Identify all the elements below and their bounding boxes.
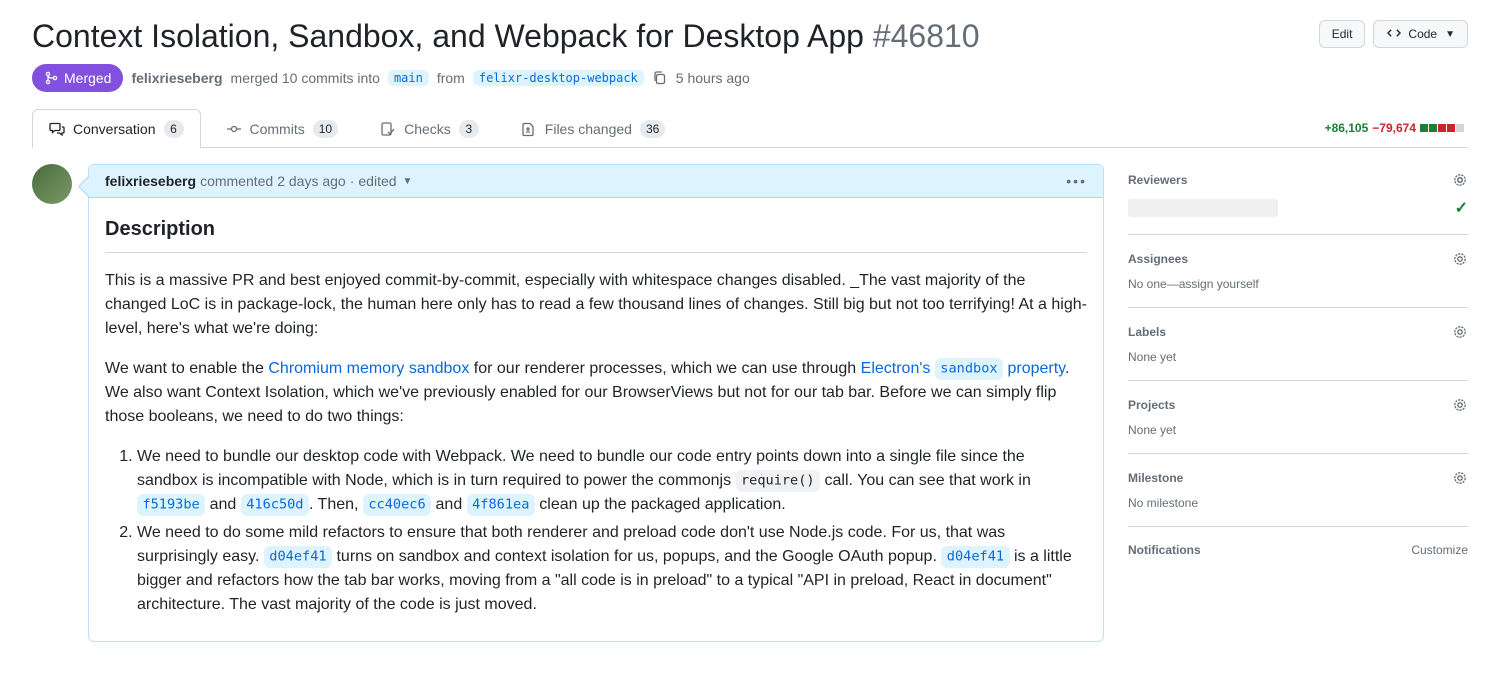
customize-link[interactable]: Customize bbox=[1411, 543, 1468, 557]
page-title: Context Isolation, Sandbox, and Webpack … bbox=[32, 16, 1303, 56]
commit-sha-link[interactable]: f5193be bbox=[137, 494, 205, 515]
caret-down-icon: ▼ bbox=[1445, 29, 1455, 40]
comment-box: felixrieseberg commented 2 days ago · ed… bbox=[88, 164, 1104, 642]
tab-commits[interactable]: Commits 10 bbox=[209, 109, 356, 148]
desc-p1: This is a massive PR and best enjoyed co… bbox=[105, 269, 1087, 341]
sidebar-reviewers: Reviewers ✓ bbox=[1128, 164, 1468, 235]
code-button[interactable]: Code ▼ bbox=[1373, 20, 1468, 48]
reviewer-placeholder bbox=[1128, 199, 1278, 217]
comment-discussion-icon bbox=[49, 121, 65, 137]
header-actions: Edit Code ▼ bbox=[1319, 16, 1468, 48]
sidebar-labels: Labels None yet bbox=[1128, 308, 1468, 381]
sidebar: Reviewers ✓ Assignees No one—assign your… bbox=[1128, 164, 1468, 573]
pr-author[interactable]: felixrieseberg bbox=[131, 70, 222, 86]
comment-actions-button[interactable]: ••• bbox=[1066, 173, 1087, 189]
sidebar-projects: Projects None yet bbox=[1128, 381, 1468, 454]
link-electron-sandbox[interactable]: Electron's sandbox property bbox=[861, 360, 1065, 377]
description-heading: Description bbox=[105, 214, 1087, 253]
commit-sha-link[interactable]: d04ef41 bbox=[264, 546, 332, 567]
checklist-icon bbox=[380, 121, 396, 137]
diff-blocks bbox=[1420, 124, 1464, 132]
tab-conversation[interactable]: Conversation 6 bbox=[32, 109, 201, 148]
file-diff-icon bbox=[521, 121, 537, 137]
desc-p2: We want to enable the Chromium memory sa… bbox=[105, 357, 1087, 429]
gear-icon[interactable] bbox=[1452, 172, 1468, 188]
commit-sha-link[interactable]: d04ef41 bbox=[941, 546, 1009, 567]
base-branch[interactable]: main bbox=[388, 70, 429, 86]
commit-sha-link[interactable]: 4f861ea bbox=[467, 494, 535, 515]
deletions-count: −79,674 bbox=[1372, 121, 1416, 135]
sidebar-notifications: Notifications Customize bbox=[1128, 527, 1468, 573]
commit-sha-link[interactable]: 416c50d bbox=[241, 494, 309, 515]
pr-subheader: Merged felixrieseberg merged 10 commits … bbox=[32, 64, 1468, 92]
code-require: require() bbox=[736, 470, 821, 491]
merged-text: merged 10 commits into bbox=[231, 70, 380, 86]
caret-down-icon: ▼ bbox=[403, 176, 413, 187]
additions-count: +86,105 bbox=[1325, 121, 1369, 135]
gear-icon[interactable] bbox=[1452, 397, 1468, 413]
edited-label[interactable]: edited bbox=[358, 173, 396, 189]
merged-badge: Merged bbox=[32, 64, 123, 92]
commit-sha-link[interactable]: cc40ec6 bbox=[363, 494, 431, 515]
pr-number: #46810 bbox=[873, 18, 980, 54]
desc-li1: We need to bundle our desktop code with … bbox=[137, 445, 1087, 517]
pr-tabs: Conversation 6 Commits 10 Checks 3 Files… bbox=[32, 108, 1468, 148]
desc-li2: We need to do some mild refactors to ens… bbox=[137, 521, 1087, 617]
merged-time: 5 hours ago bbox=[676, 70, 750, 86]
head-branch[interactable]: felixr-desktop-webpack bbox=[473, 70, 644, 86]
comment-body: Description This is a massive PR and bes… bbox=[89, 198, 1103, 641]
merge-icon bbox=[44, 70, 60, 86]
sidebar-assignees: Assignees No one—assign yourself bbox=[1128, 235, 1468, 308]
edit-button[interactable]: Edit bbox=[1319, 20, 1366, 48]
check-icon: ✓ bbox=[1455, 198, 1468, 218]
comment-header: felixrieseberg commented 2 days ago · ed… bbox=[89, 165, 1103, 198]
diff-stat: +86,105 −79,674 bbox=[1325, 121, 1468, 135]
comment-time[interactable]: 2 days ago bbox=[277, 173, 346, 189]
tab-files-changed[interactable]: Files changed 36 bbox=[504, 109, 683, 148]
gear-icon[interactable] bbox=[1452, 324, 1468, 340]
pr-title-text: Context Isolation, Sandbox, and Webpack … bbox=[32, 18, 864, 54]
gear-icon[interactable] bbox=[1452, 251, 1468, 267]
from-text: from bbox=[437, 70, 465, 86]
copy-branch-icon[interactable] bbox=[652, 70, 668, 86]
comment-author[interactable]: felixrieseberg bbox=[105, 173, 196, 189]
assign-yourself-link[interactable]: assign yourself bbox=[1179, 277, 1259, 291]
gear-icon[interactable] bbox=[1452, 470, 1468, 486]
sidebar-milestone: Milestone No milestone bbox=[1128, 454, 1468, 527]
reviewer-row: ✓ bbox=[1128, 198, 1468, 218]
avatar[interactable] bbox=[32, 164, 72, 204]
code-icon bbox=[1386, 26, 1402, 42]
link-chromium-sandbox[interactable]: Chromium memory sandbox bbox=[268, 360, 469, 377]
tab-checks[interactable]: Checks 3 bbox=[363, 109, 496, 148]
git-commit-icon bbox=[226, 121, 242, 137]
